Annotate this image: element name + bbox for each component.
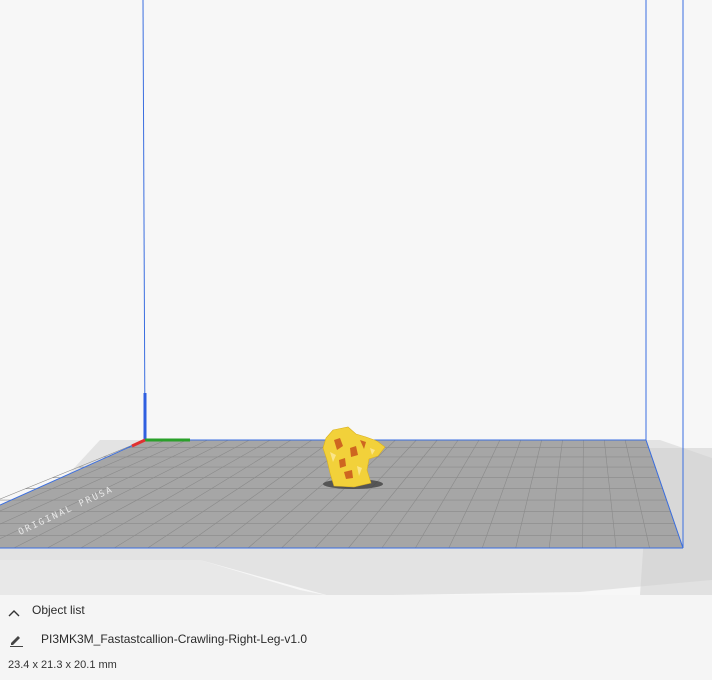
object-name: PI3MK3M_Fastastcallion-Crawling-Right-Le…: [41, 632, 308, 646]
chevron-up-icon[interactable]: [8, 605, 20, 617]
object-list-title: Object list: [32, 603, 85, 617]
axes-gizmo: [131, 393, 190, 448]
object-dimensions: 23.4 x 21.3 x 20.1 mm: [8, 659, 117, 671]
pencil-icon[interactable]: [8, 631, 24, 647]
scene-canvas[interactable]: ORIGINAL PRUSA: [0, 0, 712, 595]
3d-viewport[interactable]: ORIGINAL PRUSA: [0, 0, 712, 595]
object-list-item[interactable]: PI3MK3M_Fastastcallion-Crawling-Right-Le…: [8, 629, 307, 649]
object-list-toggle[interactable]: Object list: [8, 601, 85, 619]
object-list-panel: Object list PI3MK3M_Fastastcallion-Crawl…: [0, 595, 712, 680]
